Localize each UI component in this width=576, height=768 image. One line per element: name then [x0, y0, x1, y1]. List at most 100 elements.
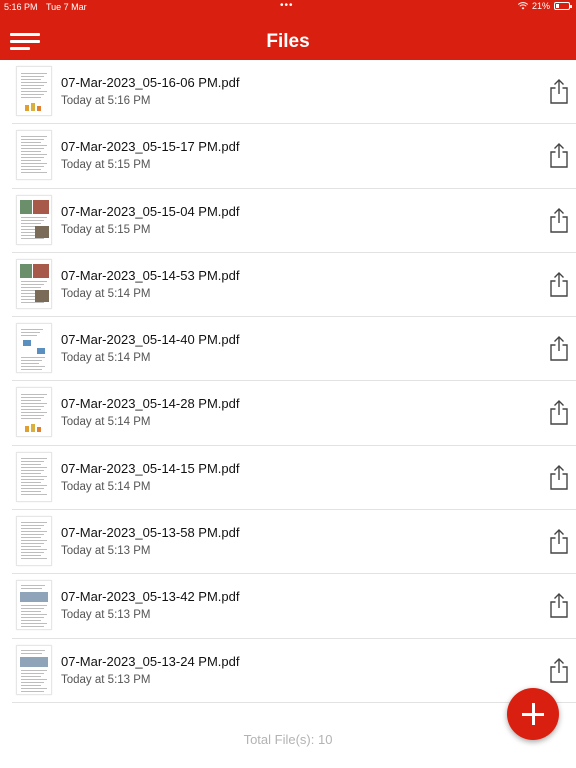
thumb-line — [21, 157, 44, 159]
share-icon[interactable] — [549, 464, 569, 490]
thumb-line — [21, 154, 47, 156]
thumb-line — [21, 549, 47, 551]
thumb-line — [21, 608, 44, 610]
share-icon[interactable] — [549, 592, 569, 619]
thumb-line — [21, 555, 41, 557]
file-thumbnail — [16, 323, 52, 374]
thumb-photo — [20, 199, 32, 214]
thumb-line — [21, 558, 47, 560]
thumb-line — [21, 357, 45, 359]
share-icon[interactable] — [549, 528, 569, 554]
thumb-line — [21, 73, 47, 74]
file-thumbnail — [16, 516, 52, 567]
thumb-line — [21, 280, 47, 282]
file-row[interactable]: 07-Mar-2023_05-15-04 PM.pdf Today at 5:1… — [12, 189, 576, 253]
thumb-line — [21, 605, 47, 607]
thumb-line — [21, 611, 41, 613]
thumb-line — [21, 669, 47, 671]
thumb-line — [21, 148, 44, 150]
thumb-line — [21, 469, 44, 471]
thumb-bar — [37, 106, 41, 111]
file-name: 07-Mar-2023_05-14-15 PM.pdf — [61, 460, 240, 476]
thumb-line — [21, 487, 44, 489]
thumb-line — [21, 163, 47, 165]
file-thumbnail — [16, 644, 52, 695]
file-row[interactable]: 07-Mar-2023_05-13-58 PM.pdf Today at 5:1… — [12, 510, 576, 575]
thumb-line — [21, 620, 41, 622]
add-file-button[interactable] — [507, 688, 559, 740]
file-row[interactable]: 07-Mar-2023_05-15-17 PM.pdf Today at 5:1… — [12, 124, 576, 189]
share-icon[interactable] — [549, 399, 569, 426]
thumb-line — [21, 166, 44, 168]
thumb-bar — [31, 424, 35, 433]
thumb-line — [21, 528, 41, 530]
file-row[interactable]: 07-Mar-2023_05-14-53 PM.pdf Today at 5:1… — [12, 253, 576, 318]
status-time: 5:16 PM — [4, 2, 38, 12]
thumb-line — [21, 142, 41, 144]
thumb-line — [21, 418, 41, 420]
thumb-line — [21, 412, 47, 414]
file-date: Today at 5:13 PM — [61, 609, 151, 622]
file-date: Today at 5:14 PM — [61, 352, 151, 365]
thumb-bar — [25, 426, 29, 433]
thumb-line — [21, 585, 45, 587]
file-thumbnail — [16, 66, 52, 116]
thumb-line — [21, 626, 44, 628]
status-date: Tue 7 Mar — [46, 2, 87, 12]
thumb-line — [21, 216, 47, 218]
file-date: Today at 5:13 PM — [61, 673, 151, 686]
thumb-line — [21, 652, 42, 654]
thumb-line — [21, 475, 47, 477]
file-date: Today at 5:14 PM — [61, 480, 151, 493]
thumb-bar — [37, 427, 41, 433]
thumb-line — [21, 588, 42, 590]
file-row[interactable]: 07-Mar-2023_05-14-15 PM.pdf Today at 5:1… — [12, 446, 576, 511]
thumb-line — [21, 684, 41, 686]
file-row[interactable]: 07-Mar-2023_05-13-42 PM.pdf Today at 5:1… — [12, 574, 576, 639]
thumb-line — [21, 678, 47, 680]
thumb-line — [21, 283, 44, 285]
file-row[interactable]: 07-Mar-2023_05-13-24 PM.pdf Today at 5:1… — [12, 639, 576, 703]
thumb-line — [21, 94, 44, 95]
thumb-line — [21, 97, 41, 98]
thumb-photo — [33, 199, 49, 214]
thumb-line — [21, 403, 47, 405]
file-date: Today at 5:15 PM — [61, 223, 151, 236]
thumb-line — [21, 151, 41, 153]
file-name: 07-Mar-2023_05-15-04 PM.pdf — [61, 203, 240, 219]
thumb-line — [21, 145, 47, 147]
thumb-line — [21, 472, 41, 474]
thumb-line — [21, 466, 47, 468]
thumb-line — [21, 457, 47, 459]
thumb-line — [21, 301, 44, 303]
share-icon[interactable] — [549, 142, 569, 168]
thumb-line — [21, 406, 44, 408]
file-row[interactable]: 07-Mar-2023_05-14-28 PM.pdf Today at 5:1… — [12, 381, 576, 446]
thumb-bar — [25, 105, 29, 111]
thumb-line — [21, 546, 41, 548]
file-name: 07-Mar-2023_05-14-40 PM.pdf — [61, 332, 240, 348]
thumb-line — [21, 139, 44, 141]
share-icon[interactable] — [549, 207, 569, 233]
share-icon[interactable] — [549, 78, 569, 104]
thumb-diagram — [23, 340, 31, 347]
thumb-diagram — [37, 348, 45, 355]
thumb-line — [21, 463, 41, 465]
status-right: 21% — [517, 1, 572, 11]
share-icon[interactable] — [549, 335, 569, 361]
thumb-line — [21, 79, 41, 80]
thumb-line — [21, 481, 41, 483]
thumb-line — [21, 369, 42, 371]
share-icon[interactable] — [549, 271, 569, 297]
file-thumbnail — [16, 130, 52, 181]
file-row[interactable]: 07-Mar-2023_05-14-40 PM.pdf Today at 5:1… — [12, 317, 576, 382]
thumb-line — [21, 400, 41, 402]
file-row[interactable]: 07-Mar-2023_05-16-06 PM.pdf Today at 5:1… — [12, 60, 576, 125]
multitask-dots-icon[interactable]: ••• — [280, 0, 294, 11]
file-thumbnail — [16, 258, 52, 309]
file-date: Today at 5:13 PM — [61, 545, 151, 558]
battery-icon — [554, 2, 572, 10]
file-name: 07-Mar-2023_05-14-28 PM.pdf — [61, 396, 240, 412]
share-icon[interactable] — [549, 657, 569, 683]
thumb-line — [21, 534, 44, 536]
